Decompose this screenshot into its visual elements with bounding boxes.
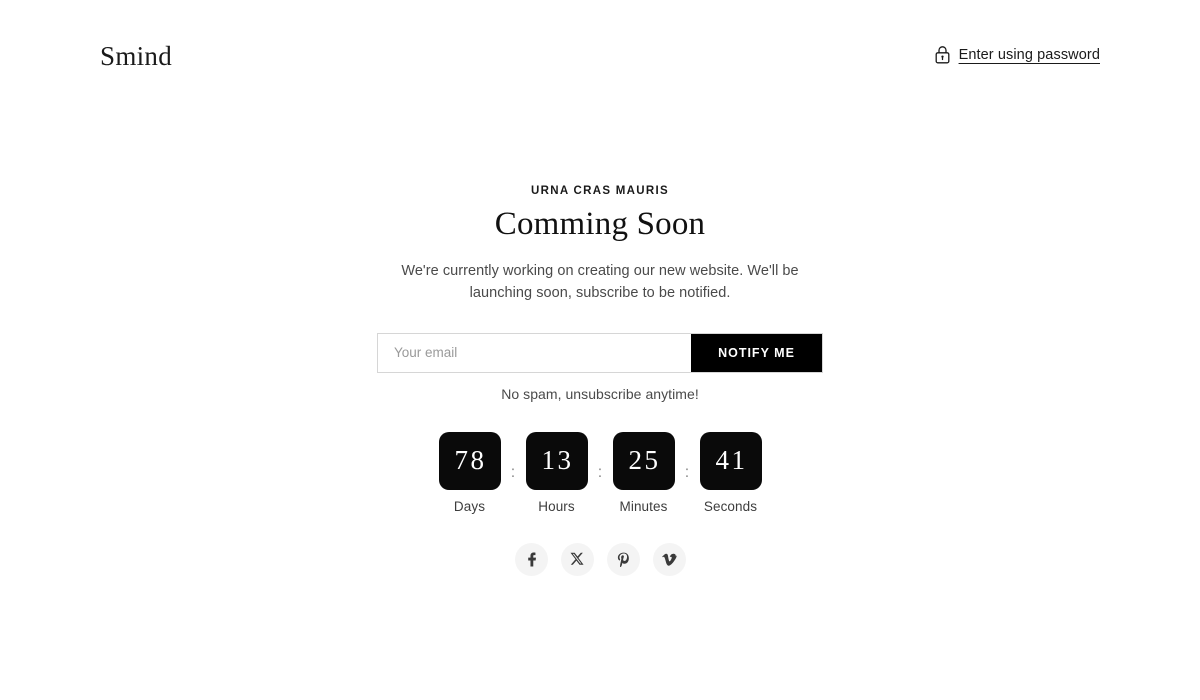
lock-icon xyxy=(934,45,951,64)
countdown-value-seconds: 41 xyxy=(715,445,748,476)
countdown-unit-minutes: 25 Minutes xyxy=(612,431,675,514)
pinterest-icon xyxy=(616,552,631,567)
social-link-pinterest[interactable] xyxy=(606,542,640,576)
newsletter-form: NOTIFY ME xyxy=(377,332,823,373)
enter-using-password-label: Enter using password xyxy=(958,46,1100,63)
countdown-unit-hours: 13 Hours xyxy=(525,431,588,514)
vimeo-icon xyxy=(661,551,677,567)
social-link-facebook[interactable] xyxy=(514,542,548,576)
social-link-x-twitter[interactable] xyxy=(560,542,594,576)
main-content: URNA CRAS MAURIS Comming Soon We're curr… xyxy=(0,185,1200,576)
facebook-icon xyxy=(524,552,539,567)
countdown-box-seconds: 41 xyxy=(699,431,762,490)
countdown-label-seconds: Seconds xyxy=(703,498,758,514)
x-icon xyxy=(570,552,584,566)
site-header: Smind Enter using password xyxy=(0,0,1200,125)
page-title: Comming Soon xyxy=(494,206,706,242)
countdown-label-hours: Hours xyxy=(538,498,575,514)
countdown-box-days: 78 xyxy=(438,431,501,490)
email-input[interactable] xyxy=(378,333,691,372)
intro-paragraph: We're currently working on creating our … xyxy=(401,262,799,302)
countdown-value-days: 78 xyxy=(454,445,487,476)
countdown-unit-days: 78 Days xyxy=(438,431,501,514)
countdown-box-hours: 13 xyxy=(525,431,588,490)
enter-using-password-link[interactable]: Enter using password xyxy=(934,45,1100,80)
countdown-timer: 78 Days : 13 Hours : 25 Minutes : 41 Sec… xyxy=(438,431,762,514)
coming-soon-page: Smind Enter using password URNA CRAS MAU… xyxy=(0,0,1200,700)
brand-logo[interactable]: Smind xyxy=(100,43,172,82)
countdown-label-days: Days xyxy=(453,498,486,514)
spam-note: No spam, unsubscribe anytime! xyxy=(501,385,699,402)
eyebrow-text: URNA CRAS MAURIS xyxy=(531,185,669,197)
social-links xyxy=(514,542,686,576)
countdown-unit-seconds: 41 Seconds xyxy=(699,431,762,514)
countdown-box-minutes: 25 xyxy=(612,431,675,490)
countdown-separator: : xyxy=(597,463,603,481)
countdown-label-minutes: Minutes xyxy=(619,498,668,514)
social-link-vimeo[interactable] xyxy=(652,542,686,576)
countdown-separator: : xyxy=(684,463,690,481)
notify-me-button[interactable]: NOTIFY ME xyxy=(691,333,822,372)
countdown-value-minutes: 25 xyxy=(628,445,661,476)
countdown-separator: : xyxy=(510,463,516,481)
countdown-value-hours: 13 xyxy=(541,445,574,476)
